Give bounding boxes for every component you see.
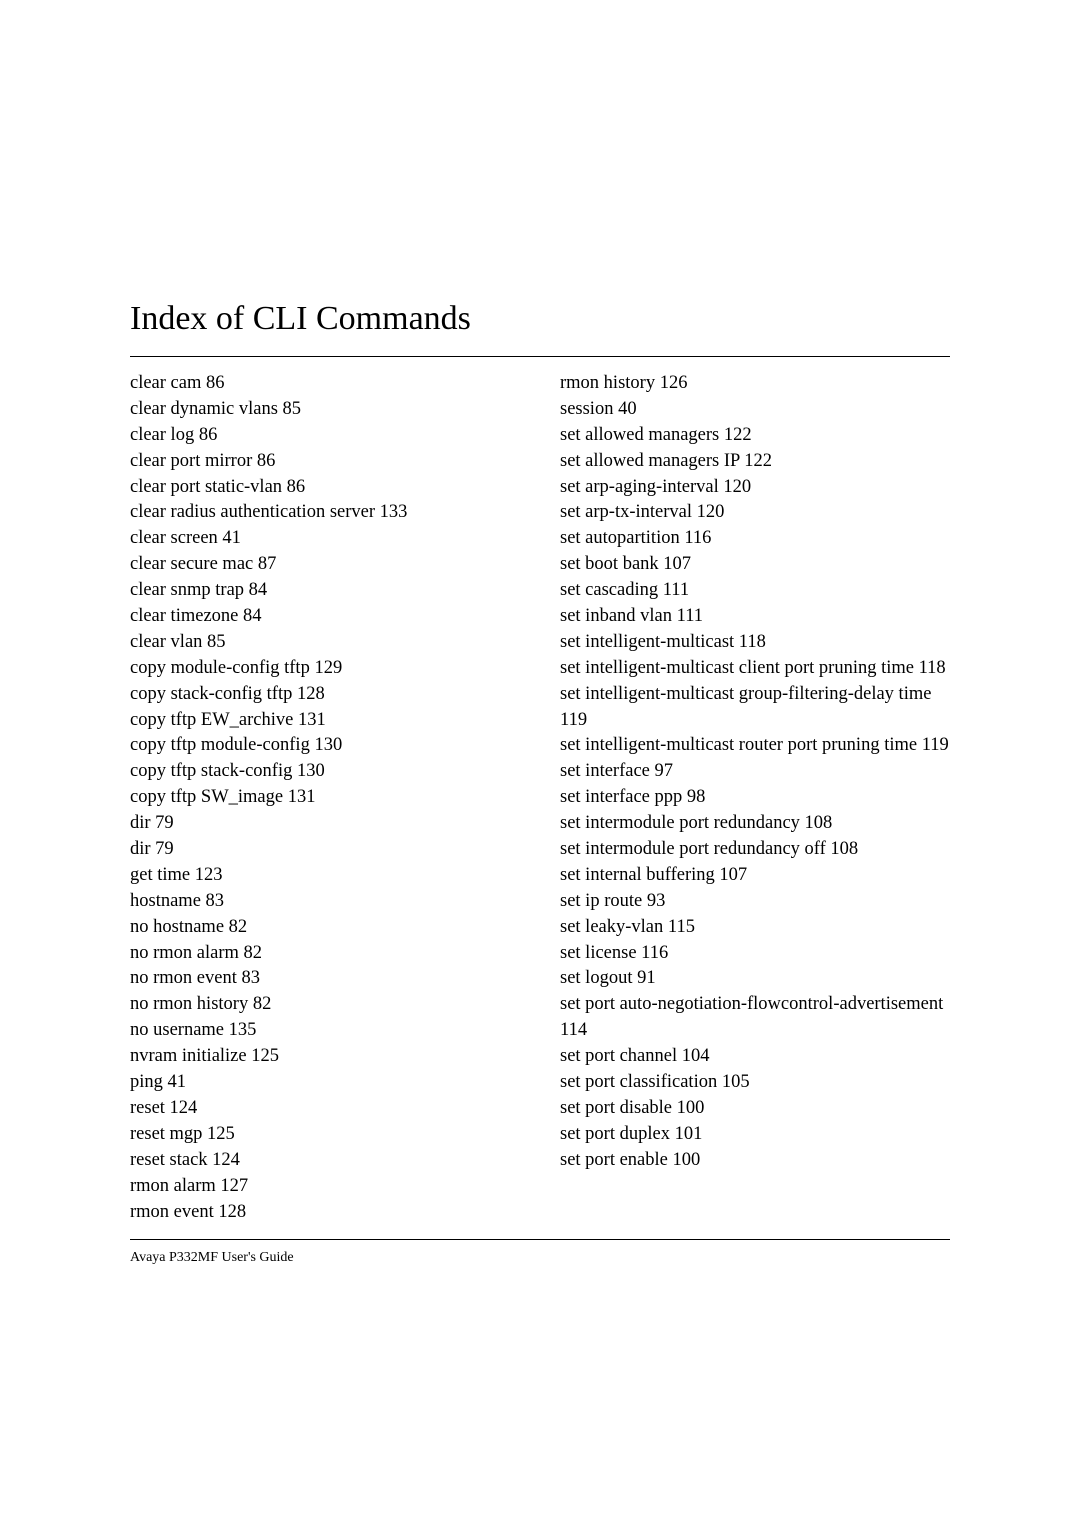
- index-entry: no rmon alarm 82: [130, 941, 520, 967]
- index-entry: dir 79: [130, 837, 520, 863]
- index-entry: rmon event 128: [130, 1200, 520, 1226]
- index-entry: rmon alarm 127: [130, 1174, 520, 1200]
- index-entry: clear secure mac 87: [130, 552, 520, 578]
- index-columns: clear cam 86clear dynamic vlans 85clear …: [130, 371, 950, 1225]
- index-entry: copy tftp EW_archive 131: [130, 708, 520, 734]
- index-entry: set intelligent-multicast 118: [560, 630, 950, 656]
- index-entry: set logout 91: [560, 966, 950, 992]
- right-column: rmon history 126session 40set allowed ma…: [560, 371, 950, 1225]
- index-entry: clear vlan 85: [130, 630, 520, 656]
- page-container: Index of CLI Commands clear cam 86clear …: [0, 0, 1080, 1326]
- index-entry: set ip route 93: [560, 889, 950, 915]
- index-entry: set arp-tx-interval 120: [560, 500, 950, 526]
- index-entry: set port channel 104: [560, 1044, 950, 1070]
- index-entry: set port classification 105: [560, 1070, 950, 1096]
- index-entry: clear timezone 84: [130, 604, 520, 630]
- index-entry: set cascading 111: [560, 578, 950, 604]
- index-entry: copy tftp stack-config 130: [130, 759, 520, 785]
- page-title: Index of CLI Commands: [130, 300, 950, 338]
- index-entry: rmon history 126: [560, 371, 950, 397]
- index-entry: set allowed managers IP 122: [560, 449, 950, 475]
- index-entry: no username 135: [130, 1018, 520, 1044]
- index-entry: copy tftp module-config 130: [130, 733, 520, 759]
- index-entry: reset mgp 125: [130, 1122, 520, 1148]
- index-entry: clear port static-vlan 86: [130, 475, 520, 501]
- index-entry: ping 41: [130, 1070, 520, 1096]
- left-column: clear cam 86clear dynamic vlans 85clear …: [130, 371, 520, 1225]
- index-entry: copy tftp SW_image 131: [130, 785, 520, 811]
- index-entry: reset stack 124: [130, 1148, 520, 1174]
- footer-text: Avaya P332MF User's Guide: [130, 1250, 950, 1266]
- index-entry: nvram initialize 125: [130, 1044, 520, 1070]
- divider-top: [130, 356, 950, 357]
- index-entry: set port auto-negotiation-flowcontrol-ad…: [560, 992, 950, 1044]
- index-entry: get time 123: [130, 863, 520, 889]
- index-entry: set license 116: [560, 941, 950, 967]
- index-entry: set port disable 100: [560, 1096, 950, 1122]
- index-entry: set port duplex 101: [560, 1122, 950, 1148]
- index-entry: set intermodule port redundancy 108: [560, 811, 950, 837]
- index-entry: reset 124: [130, 1096, 520, 1122]
- index-entry: set intermodule port redundancy off 108: [560, 837, 950, 863]
- index-entry: session 40: [560, 397, 950, 423]
- index-entry: dir 79: [130, 811, 520, 837]
- index-entry: clear port mirror 86: [130, 449, 520, 475]
- index-entry: copy module-config tftp 129: [130, 656, 520, 682]
- index-entry: set intelligent-multicast client port pr…: [560, 656, 950, 682]
- index-entry: set autopartition 116: [560, 526, 950, 552]
- index-entry: set inband vlan 111: [560, 604, 950, 630]
- index-entry: clear snmp trap 84: [130, 578, 520, 604]
- divider-bottom: [130, 1239, 950, 1240]
- index-entry: no hostname 82: [130, 915, 520, 941]
- index-entry: set boot bank 107: [560, 552, 950, 578]
- index-entry: no rmon event 83: [130, 966, 520, 992]
- index-entry: set intelligent-multicast group-filterin…: [560, 682, 950, 734]
- index-entry: set intelligent-multicast router port pr…: [560, 733, 950, 759]
- index-entry: set interface ppp 98: [560, 785, 950, 811]
- index-entry: no rmon history 82: [130, 992, 520, 1018]
- index-entry: clear dynamic vlans 85: [130, 397, 520, 423]
- index-entry: set port enable 100: [560, 1148, 950, 1174]
- index-entry: hostname 83: [130, 889, 520, 915]
- index-entry: copy stack-config tftp 128: [130, 682, 520, 708]
- index-entry: set internal buffering 107: [560, 863, 950, 889]
- index-entry: clear log 86: [130, 423, 520, 449]
- index-entry: set leaky-vlan 115: [560, 915, 950, 941]
- index-entry: clear radius authentication server 133: [130, 500, 520, 526]
- index-entry: clear screen 41: [130, 526, 520, 552]
- index-entry: clear cam 86: [130, 371, 520, 397]
- index-entry: set allowed managers 122: [560, 423, 950, 449]
- index-entry: set arp-aging-interval 120: [560, 475, 950, 501]
- index-entry: set interface 97: [560, 759, 950, 785]
